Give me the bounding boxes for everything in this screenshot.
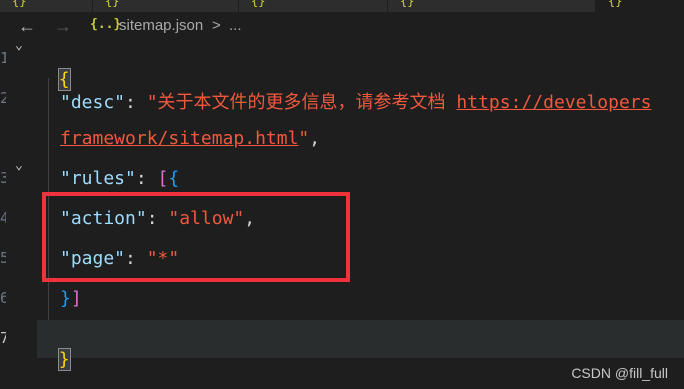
code-line-6[interactable]: }] xyxy=(60,288,82,309)
code-line-2-wrap[interactable]: framework/sitemap.html", xyxy=(60,128,320,149)
json-key: "desc" xyxy=(60,92,126,113)
fold-chevron-icon[interactable]: ⌄ xyxy=(15,158,23,173)
editor-tab[interactable]: {} xyxy=(388,0,596,12)
line-number: 2 xyxy=(0,89,6,107)
open-brace: { xyxy=(168,168,180,189)
json-key: "rules" xyxy=(60,168,136,189)
breadcrumb: ← → {..} sitemap.json > ... xyxy=(0,12,684,40)
json-icon: {} xyxy=(400,0,415,8)
comma: , xyxy=(309,128,321,149)
breadcrumb-separator: > xyxy=(212,17,221,34)
json-icon: {} xyxy=(105,0,120,8)
fold-chevron-icon[interactable]: ⌄ xyxy=(15,38,23,53)
current-line-highlight xyxy=(37,320,684,358)
json-icon: {} xyxy=(12,0,27,8)
code-line-7[interactable]: } xyxy=(37,328,71,371)
watermark: CSDN @fill_full xyxy=(571,365,668,381)
editor-tab[interactable]: {} xyxy=(0,0,93,12)
url-link[interactable]: framework/sitemap.html xyxy=(60,128,298,149)
code-line-1[interactable]: { xyxy=(37,48,71,91)
close-brace: } xyxy=(57,348,71,371)
json-string: " xyxy=(298,128,310,149)
editor-tab-active[interactable]: {} xyxy=(596,0,684,12)
json-file-icon: {..} xyxy=(90,17,122,32)
editor-tab[interactable]: {} xyxy=(93,0,239,12)
breadcrumb-file[interactable]: sitemap.json xyxy=(119,17,203,34)
line-number-current: 7 xyxy=(0,329,6,347)
colon: : xyxy=(135,168,158,189)
code-line-3[interactable]: "rules": [{ xyxy=(60,168,179,189)
open-brace: { xyxy=(57,68,71,91)
back-arrow-icon[interactable]: ← xyxy=(18,16,36,37)
line-number: 3 xyxy=(0,169,6,187)
json-icon: {} xyxy=(251,0,266,8)
code-line-2[interactable]: "desc": "关于本文件的更多信息，请参考文档 https://develo… xyxy=(60,88,651,114)
line-number: 5 xyxy=(0,249,6,267)
colon: : xyxy=(125,92,147,113)
line-number: 6 xyxy=(0,289,6,307)
close-brace: } xyxy=(60,288,71,309)
close-bracket: ] xyxy=(70,288,82,309)
line-number: 4 xyxy=(0,209,6,227)
editor-tab[interactable]: {} xyxy=(239,0,388,12)
line-number: 1 xyxy=(0,49,6,67)
highlight-annotation-box xyxy=(42,192,350,282)
tab-bar: {} {} {} {} {} xyxy=(0,0,684,12)
open-bracket: [ xyxy=(157,168,169,189)
json-string: "关于本文件的更多信息，请参考文档 xyxy=(146,92,457,113)
json-icon: {} xyxy=(608,0,623,8)
forward-arrow-icon[interactable]: → xyxy=(54,16,72,37)
breadcrumb-more[interactable]: ... xyxy=(229,17,242,34)
url-link[interactable]: https://developers xyxy=(456,92,651,113)
